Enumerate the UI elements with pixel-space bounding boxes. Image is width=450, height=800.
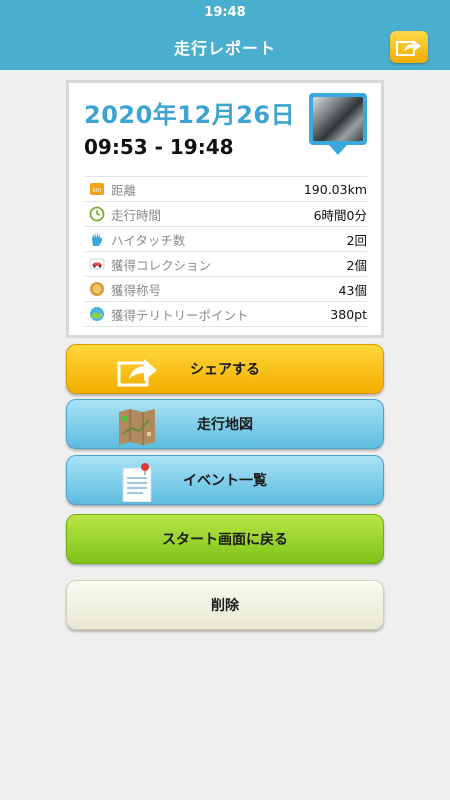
stat-row-distance: km 距離 190.03km: [85, 176, 367, 201]
high-five-icon: [92, 232, 103, 246]
medal-icon: [90, 282, 104, 296]
memo-pin-icon: [122, 463, 152, 502]
stat-value: 43個: [338, 282, 367, 298]
back-to-start-button-label: スタート画面に戻る: [162, 532, 288, 548]
event-list-button-label: イベント一覧: [183, 473, 267, 489]
page-title: 走行レポート: [173, 39, 276, 58]
header-share-button[interactable]: [390, 31, 428, 63]
back-to-start-button[interactable]: スタート画面に戻る: [66, 514, 384, 564]
stat-row-territory: 獲得テリトリーポイント 380pt: [85, 301, 367, 327]
status-bar: 19:48: [0, 0, 450, 24]
share-button-label: シェアする: [190, 362, 260, 378]
status-time: 19:48: [204, 4, 246, 20]
share-arrow-icon: [396, 40, 421, 56]
clock-icon: [89, 206, 105, 222]
stat-label: 獲得コレクション: [111, 257, 212, 273]
share-arrow-icon: [117, 359, 157, 387]
delete-button[interactable]: 削除: [66, 580, 384, 630]
stat-value: 2個: [346, 257, 367, 273]
event-list-button[interactable]: イベント一覧: [66, 455, 384, 505]
car-collection-icon: [89, 258, 105, 270]
stats-list: km 距離 190.03km 走行時間 6時間0分 ハイタッチ数 2回 獲得コレ…: [85, 176, 367, 327]
report-date: 2020年12月26日: [84, 101, 296, 129]
nav-bar: 走行レポート: [0, 24, 450, 70]
stat-value: 190.03km: [303, 181, 367, 197]
km-icon: km: [90, 183, 104, 195]
stat-label: 獲得称号: [111, 282, 162, 298]
share-button[interactable]: シェアする: [66, 344, 384, 394]
photo-pin-thumbnail[interactable]: [309, 93, 367, 155]
photo-frame: [309, 93, 367, 145]
report-card: 2020年12月26日 09:53 - 19:48 km 距離 190.03km…: [66, 80, 384, 338]
stat-row-collection: 獲得コレクション 2個: [85, 251, 367, 276]
stat-value: 2回: [346, 232, 367, 248]
stat-label: 獲得テリトリーポイント: [111, 307, 249, 323]
stat-label: 走行時間: [111, 207, 162, 223]
pin-tip: [329, 145, 347, 155]
delete-button-label: 削除: [211, 598, 239, 614]
stat-label: ハイタッチ数: [111, 232, 186, 248]
map-icon: [119, 409, 155, 445]
stat-row-high-five: ハイタッチ数 2回: [85, 226, 367, 251]
stat-value: 380pt: [330, 306, 367, 322]
drive-map-button-label: 走行地図: [197, 417, 253, 433]
drive-map-button[interactable]: 走行地図: [66, 399, 384, 449]
svg-text:km: km: [92, 187, 101, 194]
stat-row-titles: 獲得称号 43個: [85, 276, 367, 301]
stat-row-drive-time: 走行時間 6時間0分: [85, 201, 367, 226]
car-photo: [313, 97, 363, 141]
report-time-range: 09:53 - 19:48: [84, 135, 234, 159]
stat-label: 距離: [111, 182, 137, 198]
stat-value: 6時間0分: [313, 207, 367, 223]
territory-icon: [90, 307, 104, 321]
